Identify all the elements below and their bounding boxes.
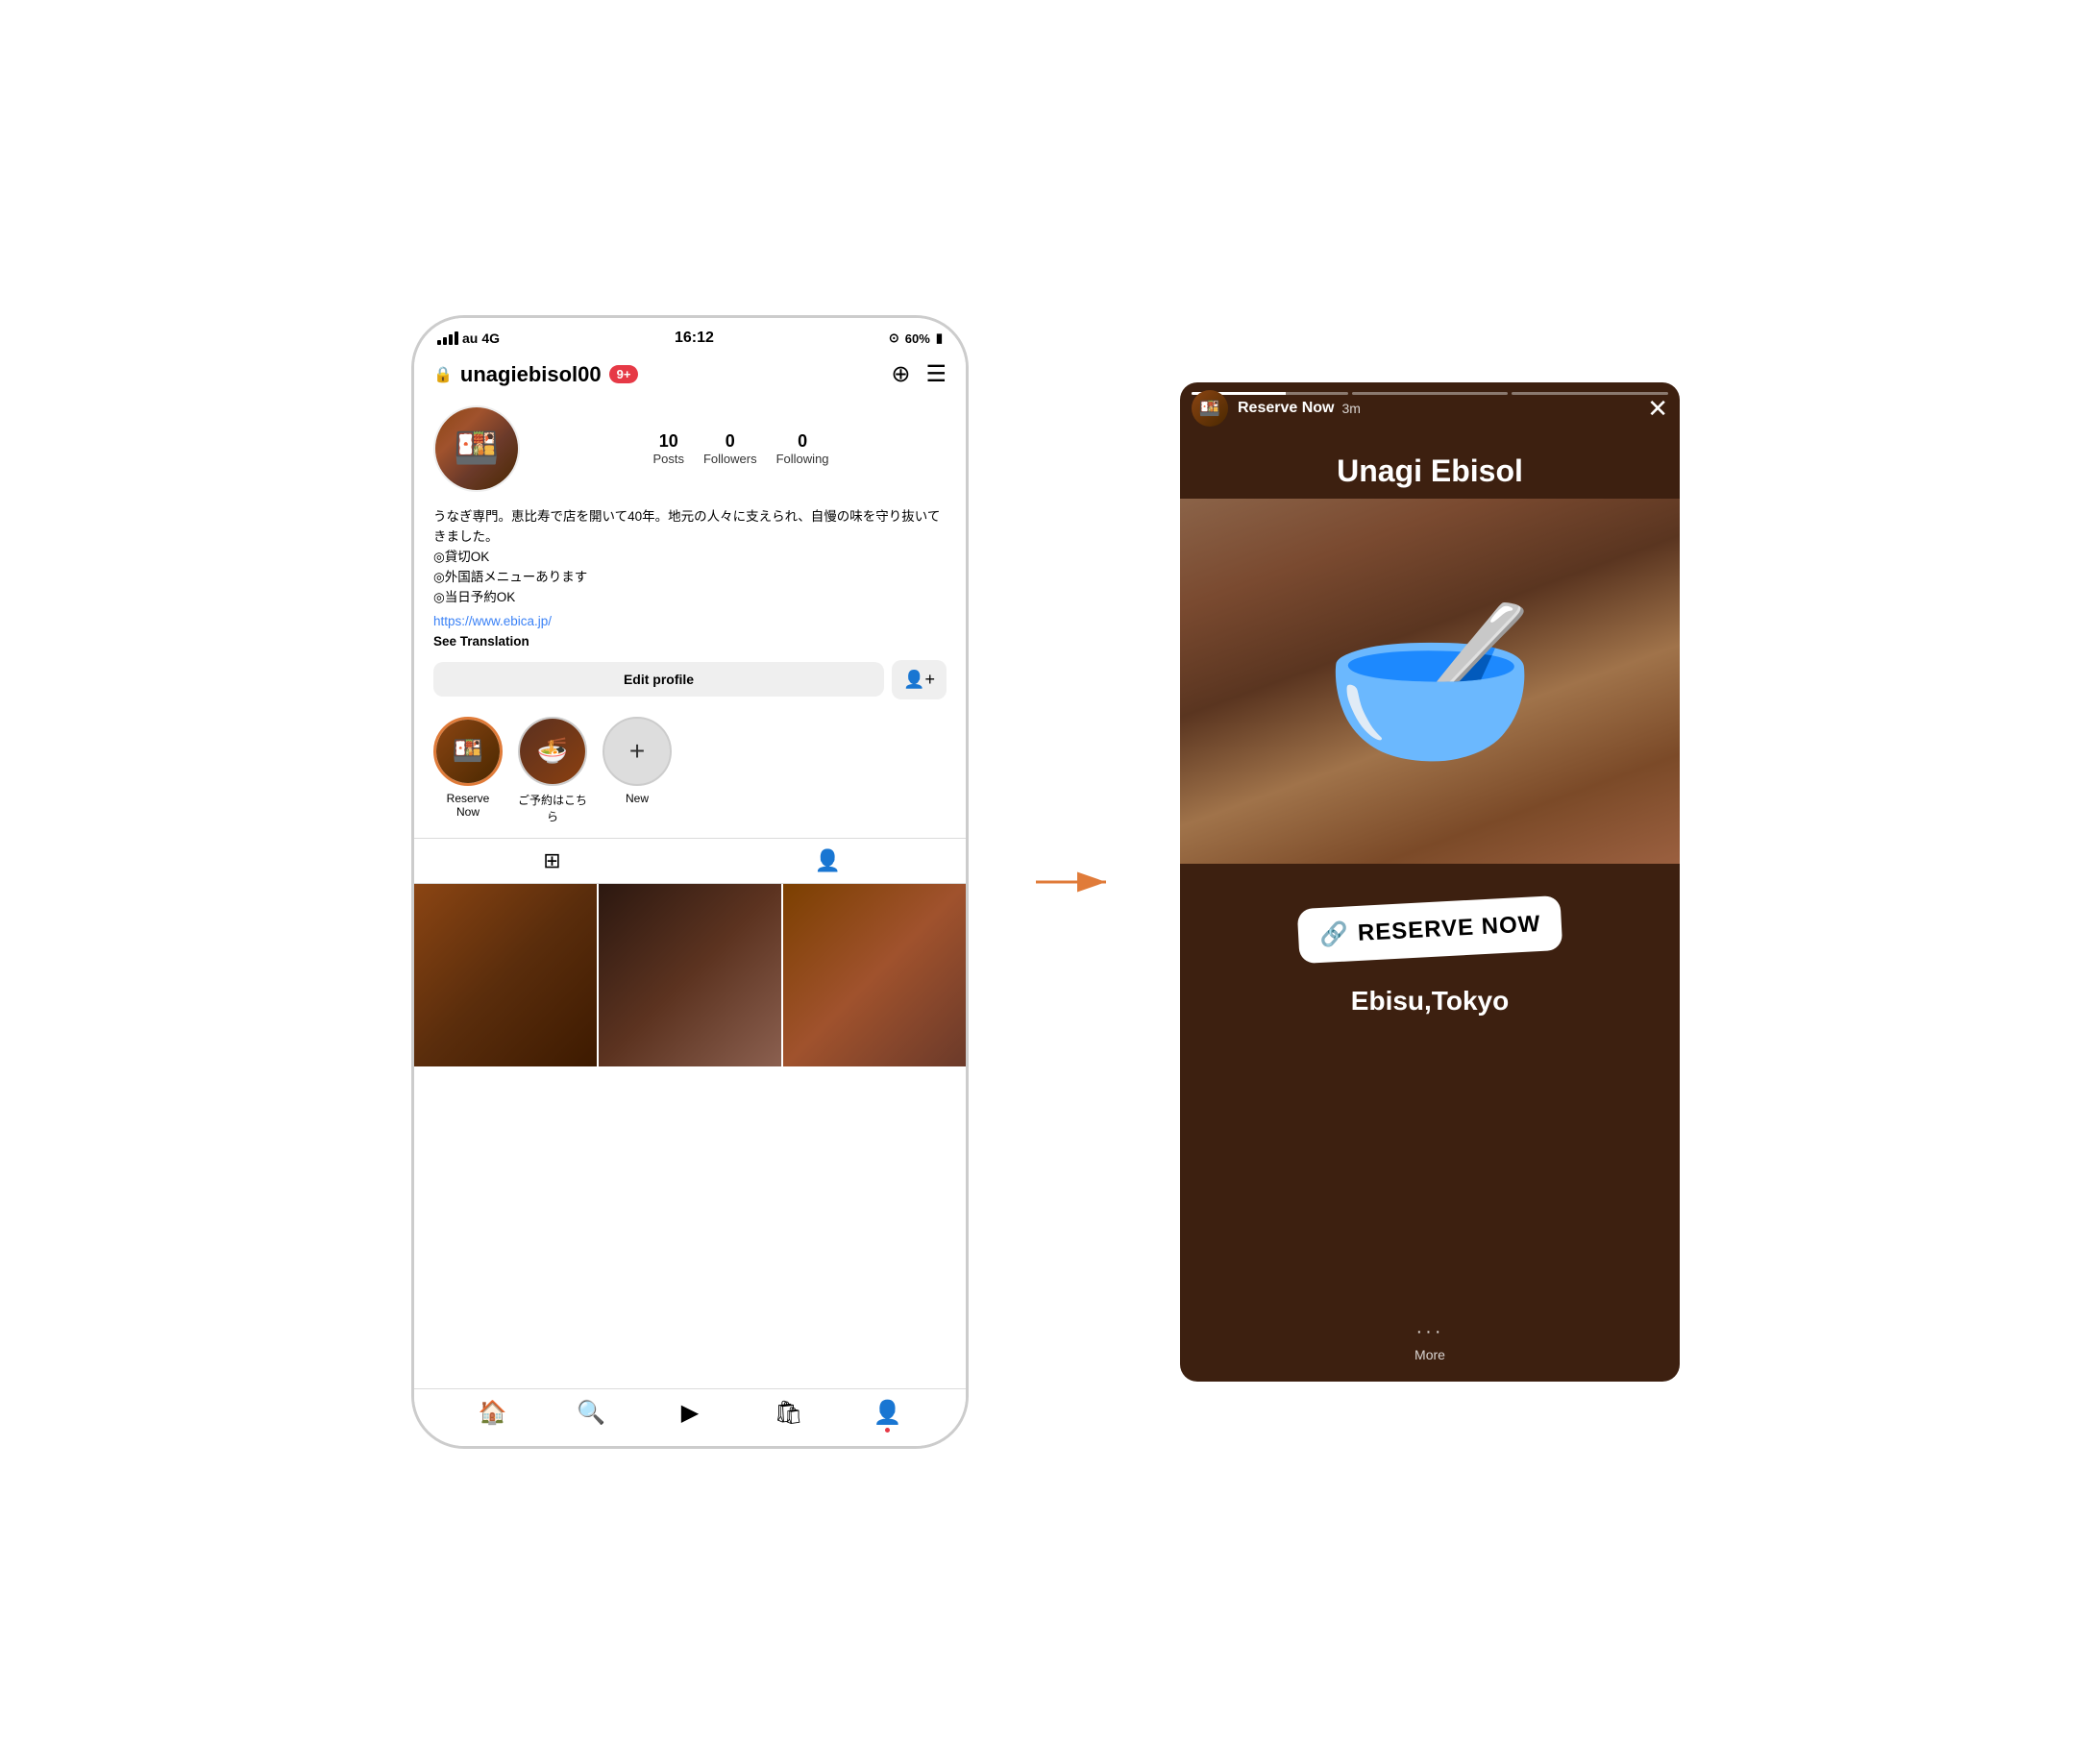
active-dot — [885, 1428, 890, 1433]
battery-label: 60% — [905, 331, 930, 346]
tab-grid[interactable]: ⊞ — [414, 848, 690, 873]
highlight-image-1: 🍱 — [436, 720, 500, 783]
food-bowl-image — [1180, 499, 1680, 864]
bio-text: うなぎ専門。恵比寿で店を開いて40年。地元の人々に支えられ、自慢の味を守り抜いて… — [414, 502, 966, 612]
reserve-text: RESERVE NOW — [1357, 910, 1541, 946]
posts-label: Posts — [652, 452, 684, 466]
top-nav-left: 🔒 unagiebisol00 9+ — [433, 362, 638, 387]
lock-icon: 🔒 — [433, 365, 453, 384]
highlight-label-3: New — [626, 792, 649, 805]
followers-count: 0 — [703, 431, 757, 452]
following-label: Following — [776, 452, 829, 466]
notification-badge[interactable]: 9+ — [609, 365, 639, 383]
stats-row: 10 Posts 0 Followers 0 Following — [535, 431, 947, 466]
highlight-image-3: + — [604, 719, 670, 784]
photo-grid — [414, 884, 966, 1388]
highlight-label-1: Reserve Now — [433, 792, 503, 819]
arrow-indicator — [1026, 863, 1122, 901]
time-display: 16:12 — [675, 330, 714, 347]
stat-posts: 10 Posts — [652, 431, 684, 466]
highlight-reservation[interactable]: 🍜 ご予約はこちら — [518, 717, 587, 824]
story-panel: 🍱 Reserve Now 3m ✕ Unagi Ebisol 🔗 RESERV… — [1180, 382, 1680, 1382]
edit-profile-button[interactable]: Edit profile — [433, 662, 884, 697]
bio-line3: ◎外国語メニューあります — [433, 570, 587, 584]
battery-area: ⊙ 60% ▮ — [889, 331, 943, 346]
bio-line2: ◎貸切OK — [433, 550, 489, 564]
story-info: Reserve Now 3m — [1238, 400, 1647, 417]
top-nav: 🔒 unagiebisol00 9+ ⊕ ☰ — [414, 355, 966, 396]
bio-line1: うなぎ専門。恵比寿で店を開いて40年。地元の人々に支えられ、自慢の味を守り抜いて… — [433, 509, 940, 544]
highlight-image-2: 🍜 — [520, 719, 585, 784]
grid-cell-2[interactable] — [599, 884, 781, 1066]
story-close-button[interactable]: ✕ — [1647, 394, 1668, 424]
grid-cell-3[interactable] — [783, 884, 966, 1066]
story-image — [1180, 499, 1680, 864]
story-dots-icon: ··· — [1416, 1321, 1444, 1343]
avatar-image — [435, 407, 518, 490]
story-more-label[interactable]: More — [1414, 1347, 1445, 1362]
bottom-nav: 🏠 🔍 ▶ 🛍 👤 — [414, 1388, 966, 1446]
grid-cell-1[interactable] — [414, 884, 597, 1066]
highlight-new[interactable]: + New — [603, 717, 672, 824]
following-count: 0 — [776, 431, 829, 452]
highlight-circle-1: 🍱 — [433, 717, 503, 786]
highlight-circle-3: + — [603, 717, 672, 786]
tab-tagged[interactable]: 👤 — [690, 848, 966, 873]
highlight-label-2: ご予約はこちら — [518, 792, 587, 824]
story-account-name: Reserve Now — [1238, 400, 1335, 417]
highlight-reserve-now[interactable]: 🍱 Reserve Now — [433, 717, 503, 824]
story-location: Ebisu,Tokyo — [1180, 976, 1680, 1026]
signal-icon — [437, 331, 458, 345]
see-translation-button[interactable]: See Translation — [414, 630, 966, 656]
followers-label: Followers — [703, 452, 757, 466]
battery-bar-icon: ▮ — [936, 331, 943, 346]
story-avatar: 🍱 — [1192, 390, 1228, 427]
story-time: 3m — [1342, 401, 1361, 416]
battery-icon: ⊙ — [889, 331, 899, 346]
stat-following[interactable]: 0 Following — [776, 431, 829, 466]
status-left: au 4G — [437, 331, 500, 346]
nav-profile[interactable]: 👤 — [838, 1399, 937, 1427]
story-more: ··· More — [1180, 1321, 1680, 1362]
add-friend-button[interactable]: 👤+ — [892, 660, 947, 699]
status-bar: au 4G 16:12 ⊙ 60% ▮ — [414, 318, 966, 355]
reserve-icon: 🔗 — [1318, 919, 1348, 949]
story-header: 🍱 Reserve Now 3m ✕ — [1180, 382, 1680, 434]
nav-search[interactable]: 🔍 — [542, 1399, 641, 1427]
stat-followers[interactable]: 0 Followers — [703, 431, 757, 466]
username-text: unagiebisol00 — [460, 362, 602, 387]
highlight-circle-2: 🍜 — [518, 717, 587, 786]
bio-link[interactable]: https://www.ebica.jp/ — [414, 612, 966, 630]
posts-count: 10 — [652, 431, 684, 452]
carrier-label: au — [462, 331, 478, 346]
arrow-svg — [1031, 863, 1118, 901]
bio-line4: ◎当日予約OK — [433, 590, 515, 604]
instagram-phone: au 4G 16:12 ⊙ 60% ▮ 🔒 unagiebisol00 9+ ⊕… — [411, 315, 969, 1449]
network-label: 4G — [481, 331, 500, 346]
profile-section: 10 Posts 0 Followers 0 Following — [414, 396, 966, 502]
story-title: Unagi Ebisol — [1180, 434, 1680, 499]
highlights-row: 🍱 Reserve Now 🍜 ご予約はこちら + New — [414, 709, 966, 834]
top-nav-right: ⊕ ☰ — [891, 360, 947, 388]
add-post-button[interactable]: ⊕ — [891, 360, 910, 388]
content-tabs: ⊞ 👤 — [414, 838, 966, 884]
menu-button[interactable]: ☰ — [925, 360, 947, 388]
nav-shop[interactable]: 🛍 — [739, 1399, 838, 1427]
reserve-now-sticker[interactable]: 🔗 RESERVE NOW — [1296, 895, 1562, 964]
avatar[interactable] — [433, 405, 520, 492]
action-buttons: Edit profile 👤+ — [414, 656, 966, 709]
nav-home[interactable]: 🏠 — [443, 1399, 542, 1427]
nav-reels[interactable]: ▶ — [641, 1399, 740, 1427]
